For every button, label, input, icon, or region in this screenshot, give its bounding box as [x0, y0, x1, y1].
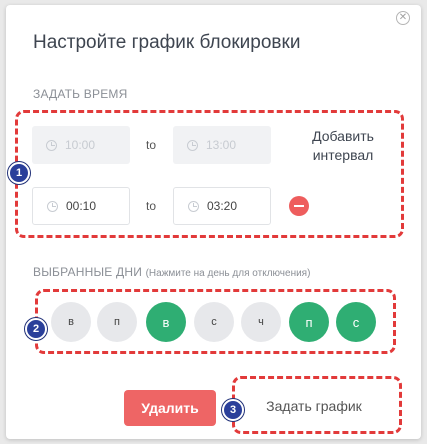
day-toggle-6[interactable]: п [289, 302, 329, 342]
days-hint: (Нажмите на день для отключения) [145, 268, 311, 279]
day-toggle-7[interactable]: с [336, 302, 376, 342]
minus-circle-icon[interactable] [289, 196, 309, 216]
time-from-input-1[interactable]: 10:00 [32, 126, 130, 164]
time-from-input-2[interactable]: 00:10 [32, 187, 130, 225]
day-toggle-2[interactable]: п [97, 302, 137, 342]
annotation-badge-2: 2 [25, 318, 47, 340]
dialog-title: Настройте график блокировки [33, 32, 301, 53]
set-schedule-button[interactable]: Задать график [244, 386, 384, 426]
clock-icon [46, 139, 57, 151]
day-toggle-3[interactable]: в [146, 302, 186, 342]
clock-icon [188, 200, 199, 212]
to-label-1: to [146, 138, 157, 152]
to-label-2: to [146, 199, 157, 213]
day-toggle-4[interactable]: с [194, 302, 234, 342]
close-icon[interactable]: ✕ [396, 11, 410, 25]
days-section-label: ВЫБРАННЫЕ ДНИ (Нажмите на день для отклю… [33, 265, 311, 279]
delete-button[interactable]: Удалить [124, 390, 216, 426]
annotation-badge-1: 1 [8, 162, 30, 184]
clock-icon [187, 139, 198, 151]
day-toggle-5[interactable]: ч [241, 302, 281, 342]
clock-icon [47, 200, 58, 212]
day-toggle-1[interactable]: в [51, 302, 91, 342]
add-interval-button[interactable]: Добавить интервал [304, 127, 382, 165]
time-to-input-2[interactable]: 03:20 [173, 187, 271, 225]
annotation-badge-3: 3 [222, 399, 244, 421]
time-section-label: ЗАДАТЬ ВРЕМЯ [33, 87, 128, 101]
time-to-input-1[interactable]: 13:00 [173, 126, 271, 164]
